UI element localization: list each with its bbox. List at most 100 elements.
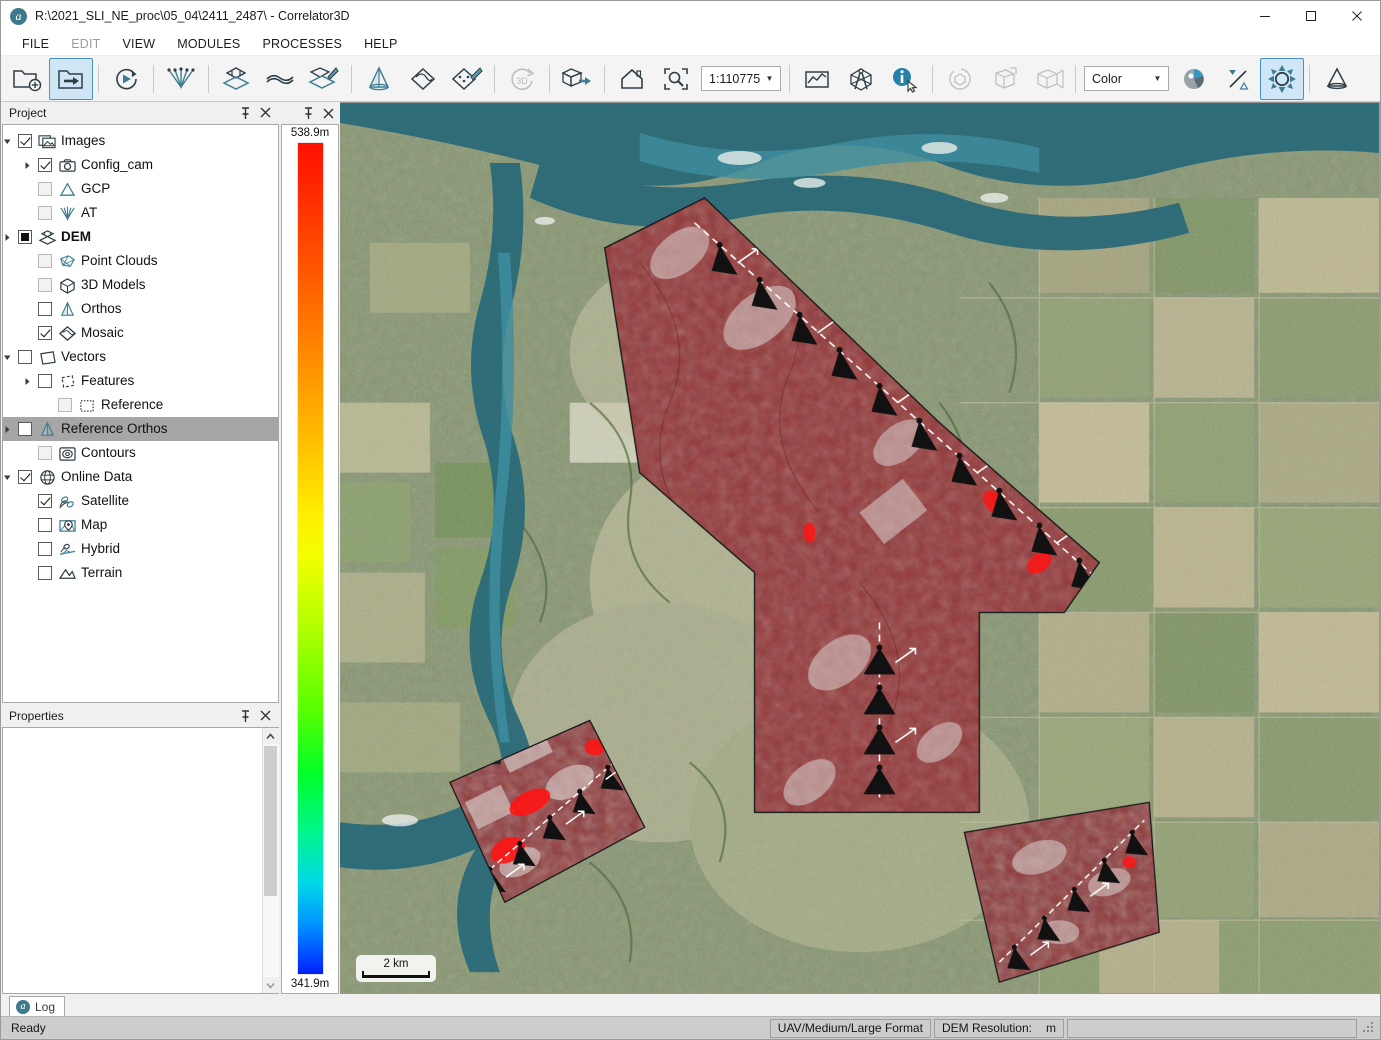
tree-checkbox	[38, 278, 52, 292]
globe-icon	[37, 468, 58, 486]
properties-scrollbar[interactable]	[262, 728, 278, 993]
close-icon[interactable]	[260, 710, 271, 723]
colorbar-min-label: 341.9m	[291, 978, 329, 990]
minimize-button[interactable]	[1242, 1, 1288, 32]
tree-checkbox[interactable]	[18, 422, 32, 436]
measure-button[interactable]	[839, 58, 883, 100]
tree-checkbox[interactable]	[38, 374, 52, 388]
tree-item-dem[interactable]: DEM	[3, 225, 278, 249]
tree-item-features[interactable]: Features	[3, 369, 278, 393]
chevron-right-icon[interactable]	[23, 161, 38, 170]
tree-item-reference-orthos[interactable]: Reference Orthos	[3, 417, 278, 441]
project-tree[interactable]: ImagesConfig_camGCPATDEMPoint Clouds3D M…	[2, 124, 279, 703]
dem-edit-pencil-button[interactable]	[302, 58, 346, 100]
tree-item-point-clouds[interactable]: Point Clouds	[3, 249, 278, 273]
menu-file[interactable]: FILE	[11, 34, 60, 54]
tree-item-mosaic[interactable]: Mosaic	[3, 321, 278, 345]
tab-log[interactable]: a Log	[9, 996, 65, 1016]
info-tool-button[interactable]	[883, 58, 927, 100]
close-icon[interactable]	[323, 108, 334, 119]
tree-item-gcp[interactable]: GCP	[3, 177, 278, 201]
close-button[interactable]	[1334, 1, 1380, 32]
tree-item-terrain[interactable]: Terrain	[3, 561, 278, 585]
tree-item-images[interactable]: Images	[3, 129, 278, 153]
chevron-right-icon[interactable]	[3, 233, 18, 242]
orbit-button[interactable]	[938, 58, 982, 100]
toolbar-separator	[932, 65, 933, 93]
tree-item-3d-models[interactable]: 3D Models	[3, 273, 278, 297]
dem-editing-button[interactable]	[258, 58, 302, 100]
tree-checkbox[interactable]	[18, 350, 32, 364]
tree-item-vectors[interactable]: Vectors	[3, 345, 278, 369]
aerial-triangulation-button[interactable]	[159, 58, 203, 100]
dem-resolution-unit: m	[1046, 1021, 1056, 1035]
profile-chart-button[interactable]	[795, 58, 839, 100]
pin-icon[interactable]	[240, 710, 251, 723]
tree-checkbox[interactable]	[18, 230, 32, 244]
vectors-icon	[37, 348, 58, 366]
mosaic-edit-button[interactable]	[445, 58, 489, 100]
new-project-button[interactable]	[5, 58, 49, 100]
chevron-down-icon[interactable]	[3, 353, 18, 362]
chevron-down-icon[interactable]	[3, 137, 18, 146]
tree-checkbox[interactable]	[18, 470, 32, 484]
tree-item-orthos[interactable]: Orthos	[3, 297, 278, 321]
menu-modules[interactable]: MODULES	[166, 34, 251, 54]
tree-item-contours[interactable]: Contours	[3, 441, 278, 465]
tree-checkbox[interactable]	[38, 518, 52, 532]
three-d-view-button[interactable]: 3D	[500, 58, 544, 100]
export-button[interactable]	[555, 58, 599, 100]
dem-resolution-label: DEM Resolution:	[942, 1021, 1032, 1035]
scrollbar-thumb[interactable]	[264, 746, 277, 896]
zoom-to-extent-button[interactable]	[654, 58, 698, 100]
scale-combo[interactable]: 1:110775 ▼	[701, 66, 781, 91]
tree-checkbox[interactable]	[38, 566, 52, 580]
pan-3d-button[interactable]	[982, 58, 1026, 100]
tree-checkbox[interactable]	[38, 542, 52, 556]
shading-button[interactable]	[1216, 58, 1260, 100]
scroll-up-icon[interactable]	[263, 728, 279, 744]
chevron-down-icon[interactable]	[3, 473, 18, 482]
tree-checkbox[interactable]	[38, 326, 52, 340]
pin-icon[interactable]	[240, 107, 251, 120]
map-canvas[interactable]	[340, 103, 1379, 994]
ortho-generation-button[interactable]	[357, 58, 401, 100]
tree-item-satellite[interactable]: Satellite	[3, 489, 278, 513]
pin-icon[interactable]	[303, 107, 314, 120]
tree-item-map[interactable]: Map	[3, 513, 278, 537]
palette-button[interactable]	[1172, 58, 1216, 100]
dem-extraction-button[interactable]	[214, 58, 258, 100]
mosaic-generation-button[interactable]	[401, 58, 445, 100]
app-logo-icon: a	[16, 1000, 30, 1014]
menu-view[interactable]: VIEW	[111, 34, 166, 54]
resize-grip-icon[interactable]	[1362, 1021, 1376, 1035]
chevron-right-icon[interactable]	[23, 377, 38, 386]
tree-item-hybrid[interactable]: Hybrid	[3, 537, 278, 561]
tree-checkbox[interactable]	[38, 158, 52, 172]
tree-item-label: Map	[81, 518, 107, 532]
menu-processes[interactable]: PROCESSES	[251, 34, 353, 54]
scroll-down-icon[interactable]	[263, 977, 279, 993]
map-view[interactable]: 2 km	[340, 102, 1380, 994]
home-view-button[interactable]	[610, 58, 654, 100]
color-mode-combo[interactable]: Color ▼	[1084, 66, 1169, 91]
tree-item-at[interactable]: AT	[3, 201, 278, 225]
tree-checkbox[interactable]	[38, 494, 52, 508]
chevron-right-icon[interactable]	[3, 425, 18, 434]
tree-item-reference[interactable]: Reference	[3, 393, 278, 417]
hillshade-button[interactable]	[1315, 58, 1359, 100]
scrollbar-track[interactable]	[263, 744, 279, 977]
run-process-button[interactable]	[104, 58, 148, 100]
maximize-button[interactable]	[1288, 1, 1334, 32]
tree-checkbox[interactable]	[18, 134, 32, 148]
close-icon[interactable]	[260, 107, 271, 120]
sun-shading-button[interactable]	[1260, 58, 1304, 100]
tree-item-online-data[interactable]: Online Data	[3, 465, 278, 489]
tree-checkbox[interactable]	[38, 302, 52, 316]
tree-item-config-cam[interactable]: Config_cam	[3, 153, 278, 177]
open-project-button[interactable]	[49, 58, 93, 100]
point-cloud-icon	[57, 252, 78, 270]
rotate-3d-button[interactable]	[1026, 58, 1070, 100]
menu-help[interactable]: HELP	[353, 34, 408, 54]
menu-edit: EDIT	[60, 34, 111, 54]
